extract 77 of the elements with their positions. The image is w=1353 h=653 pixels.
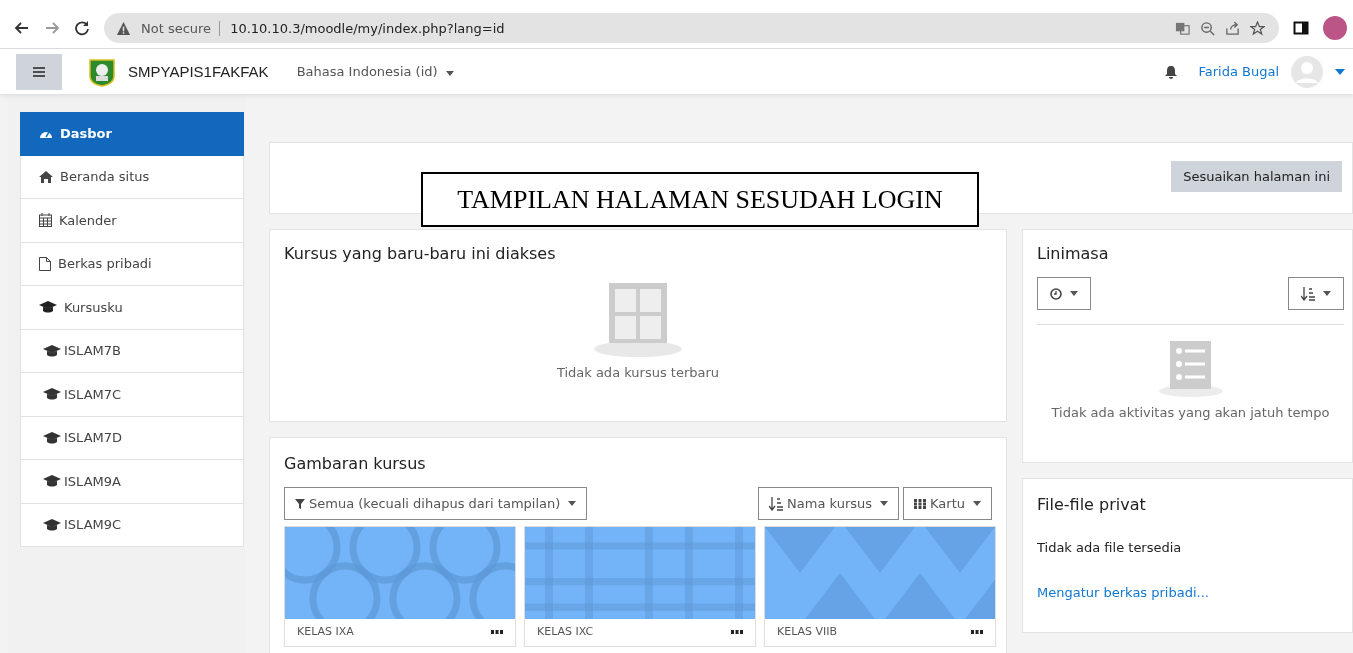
back-icon[interactable] [14,20,30,36]
menu-icon [33,66,45,77]
course-card[interactable]: KELAS IXC [524,526,756,647]
more-icon[interactable] [731,629,743,634]
user-menu[interactable]: Farida Bugal [1198,64,1279,79]
grid-icon [914,498,927,509]
card-title: Linimasa [1037,244,1110,263]
view-dropdown[interactable]: Kartu [903,487,992,520]
clock-icon [1050,287,1062,300]
filter-icon [295,498,305,509]
sidebar-item[interactable]: Kalender [20,199,244,243]
graduation-cap-icon [39,301,57,314]
profile-avatar[interactable] [1323,16,1347,40]
calendar-icon [39,213,52,228]
sidebar-item[interactable]: Berkas pribadi [20,242,244,286]
caret-icon [1323,291,1331,296]
file-icon [39,256,51,271]
graduation-cap-icon [43,431,61,444]
more-icon[interactable] [491,629,503,634]
caret-icon [568,501,577,506]
reload-icon[interactable] [74,20,90,36]
site-name[interactable]: SMPYAPIS1FAKFAK [128,63,269,80]
menu-button[interactable] [16,53,62,90]
address-bar[interactable]: Not secure 10.10.10.3/moodle/my/index.php?lang=id [104,13,1279,43]
caption-box: TAMPILAN HALAMAN SESUDAH LOGIN [421,172,979,227]
caret-icon [1070,291,1078,296]
course-link[interactable]: ISLAM7B [20,329,244,373]
sidebar-item[interactable]: Beranda situs [20,155,244,199]
empty-message: Tidak ada file tersedia [1037,540,1182,555]
course-card[interactable]: KELAS VIIB [764,526,996,647]
sidebar-item[interactable]: Kursusku [20,286,244,330]
security-label: Not secure [141,20,221,36]
customize-page-button[interactable]: Sesuaikan halaman ini [1171,161,1342,192]
warning-icon [116,20,131,36]
list-icon [1157,341,1224,397]
graduation-cap-icon [43,475,61,488]
caret-icon [880,501,889,506]
card-title: Gambaran kursus [284,454,427,473]
course-card[interactable]: KELAS IXA [284,526,516,647]
course-link[interactable]: ISLAM7C [20,373,244,417]
graduation-cap-icon [43,518,61,531]
date-filter-dropdown[interactable] [1037,277,1091,310]
side-panel-icon[interactable] [1293,20,1309,36]
sort-dropdown[interactable] [1288,277,1344,310]
zoom-out-icon[interactable] [1200,20,1215,36]
course-name[interactable]: KELAS VIIB [777,625,838,638]
forward-icon[interactable] [44,20,60,36]
sort-dropdown[interactable]: Nama kursus [758,487,900,520]
course-grid-icon [593,281,683,357]
more-icon[interactable] [971,629,983,634]
empty-message: Tidak ada kursus terbaru [556,365,720,380]
star-icon[interactable] [1250,20,1265,36]
translate-icon[interactable] [1175,20,1190,36]
caret-icon [445,71,454,76]
bell-icon[interactable] [1164,64,1179,79]
course-link[interactable]: ISLAM9C [20,503,244,547]
sort-icon [1301,286,1315,301]
caret-icon[interactable] [1335,68,1345,75]
sort-icon [769,496,784,511]
graduation-cap-icon [43,344,61,357]
share-icon[interactable] [1225,20,1240,36]
course-link[interactable]: ISLAM9A [20,460,244,504]
card-title: File-file privat [1037,495,1146,514]
sidebar-item[interactable]: Dasbor [20,112,244,156]
course-link[interactable]: ISLAM7D [20,416,244,460]
course-name[interactable]: KELAS IXC [537,625,594,638]
course-name[interactable]: KELAS IXA [297,625,354,638]
manage-files-link[interactable]: Mengatur berkas pribadi... [1037,585,1209,600]
empty-message: Tidak ada aktivitas yang akan jatuh tempo [1051,405,1330,420]
home-icon [39,170,53,183]
school-logo-icon [88,56,116,87]
language-menu[interactable]: Bahasa Indonesia (id) [290,63,460,80]
graduation-cap-icon [43,388,61,401]
url-text: 10.10.10.3/moodle/my/index.php?lang=id [230,20,505,36]
caret-icon [973,501,981,506]
filter-dropdown[interactable]: Semua (kecuali dihapus dari tampilan) [284,487,588,520]
card-title: Kursus yang baru-baru ini diakses [284,244,556,263]
